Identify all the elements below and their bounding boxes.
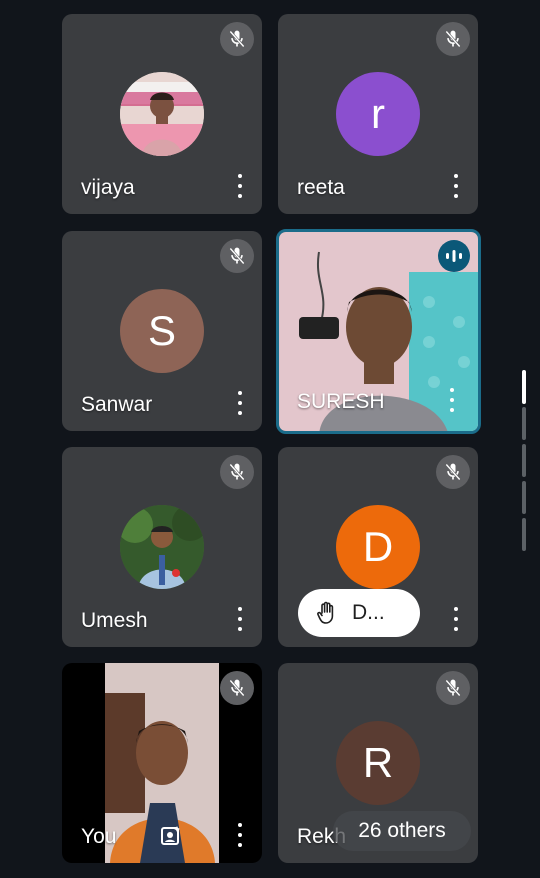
participant-tile-vijaya[interactable]: vijaya — [62, 14, 262, 214]
more-vert-icon[interactable] — [452, 174, 460, 198]
scroll-track-segment — [522, 444, 526, 477]
avatar: D — [336, 505, 420, 589]
more-vert-icon[interactable] — [236, 823, 244, 847]
participant-tile-suresh[interactable]: SURESH — [276, 229, 481, 434]
raised-hand-icon — [312, 601, 342, 625]
scroll-track-segment — [522, 407, 526, 440]
participant-name: SURESH — [297, 390, 385, 413]
participant-tile-sanwar[interactable]: S Sanwar — [62, 231, 262, 431]
participant-name: Sanwar — [81, 393, 153, 416]
participant-name: reeta — [297, 176, 345, 199]
more-vert-icon[interactable] — [448, 388, 456, 412]
mic-off-icon — [436, 671, 470, 705]
mic-off-icon — [220, 22, 254, 56]
participant-name: You — [81, 825, 117, 848]
avatar — [120, 505, 204, 589]
scroll-thumb[interactable] — [522, 370, 526, 404]
more-vert-icon[interactable] — [236, 391, 244, 415]
participant-tile-d[interactable]: D D... — [278, 447, 478, 647]
avatar: r — [336, 72, 420, 156]
audio-wave-icon — [438, 240, 470, 272]
scroll-track-segment — [522, 481, 526, 514]
raised-hand-badge: D... — [298, 589, 420, 637]
avatar: S — [120, 289, 204, 373]
mic-off-icon — [220, 455, 254, 489]
mic-off-icon — [220, 671, 254, 705]
avatar — [120, 72, 204, 156]
more-vert-icon[interactable] — [236, 174, 244, 198]
participant-name: Umesh — [81, 609, 148, 632]
more-vert-icon[interactable] — [452, 607, 460, 631]
participant-tile-reeta[interactable]: r reeta — [278, 14, 478, 214]
mic-off-icon — [220, 239, 254, 273]
mic-off-icon — [436, 22, 470, 56]
mic-off-icon — [436, 455, 470, 489]
scroll-track-segment — [522, 518, 526, 551]
participant-name: D... — [352, 601, 385, 624]
participant-name: vijaya — [81, 176, 135, 199]
participant-tile-rekh[interactable]: R Rekh 26 others — [278, 663, 478, 863]
portrait-effect-icon[interactable] — [160, 825, 182, 847]
avatar: R — [336, 721, 420, 805]
participant-tile-you[interactable]: You — [62, 663, 262, 863]
others-count-label: 26 others — [358, 819, 446, 842]
more-vert-icon[interactable] — [236, 607, 244, 631]
others-count-button[interactable]: 26 others — [333, 811, 471, 851]
participant-tile-umesh[interactable]: Umesh — [62, 447, 262, 647]
